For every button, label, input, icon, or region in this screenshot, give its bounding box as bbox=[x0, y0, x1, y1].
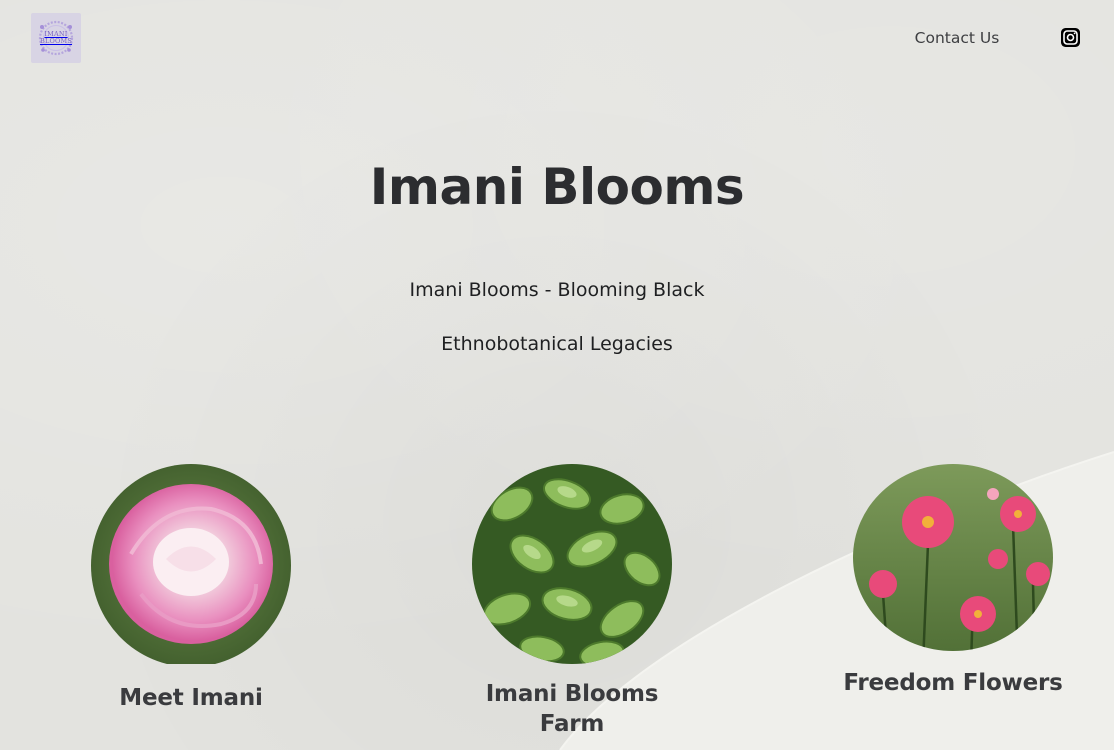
tagline-line2: Ethnobotanical Legacies bbox=[441, 333, 673, 355]
freedom-flowers-card[interactable]: Freedom Flowers bbox=[833, 464, 1073, 698]
freedom-flowers-label: Freedom Flowers bbox=[843, 670, 1063, 696]
contact-us-link[interactable]: Contact Us bbox=[902, 27, 1012, 49]
instagram-icon bbox=[1061, 28, 1080, 47]
site-logo[interactable]: IMANI BLOOMS bbox=[31, 13, 81, 63]
pink-dahlias-photo[interactable] bbox=[853, 464, 1053, 651]
logo-text-line2: BLOOMS bbox=[39, 37, 73, 45]
succulent-plants-photo[interactable] bbox=[472, 464, 672, 664]
pink-rose-photo[interactable] bbox=[91, 464, 291, 667]
imani-blooms-farm-label: Imani Blooms Farm bbox=[485, 681, 659, 737]
tagline-line1: Imani Blooms - Blooming Black bbox=[409, 279, 705, 301]
logo-text: IMANI BLOOMS bbox=[36, 31, 76, 45]
meet-imani-card[interactable]: Meet Imani bbox=[71, 464, 311, 713]
instagram-link[interactable] bbox=[1061, 28, 1080, 47]
imani-blooms-farm-card[interactable]: Imani Blooms Farm bbox=[452, 464, 692, 739]
meet-imani-label: Meet Imani bbox=[119, 685, 263, 711]
site-header: IMANI BLOOMS Contact Us bbox=[0, 0, 1114, 76]
page-title: Imani Blooms bbox=[369, 158, 745, 216]
